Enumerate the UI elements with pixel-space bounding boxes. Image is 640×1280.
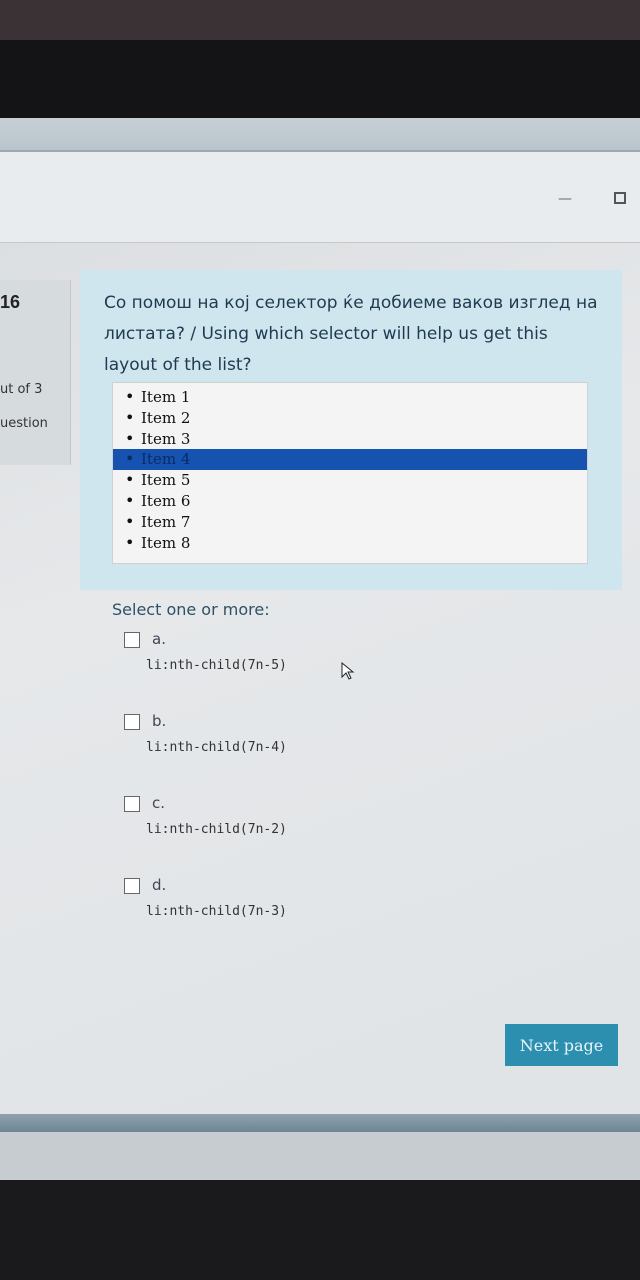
maximize-icon[interactable] xyxy=(614,192,626,204)
option-code: li:nth-child(7n-4) xyxy=(146,740,287,755)
screen-bottom xyxy=(0,1132,640,1180)
minimize-icon[interactable]: — xyxy=(556,192,574,206)
demo-list-item: Item 2 xyxy=(113,408,587,429)
checkbox-a[interactable] xyxy=(124,632,140,648)
demo-list-item: Item 6 xyxy=(113,491,587,512)
demo-list-item: Item 3 xyxy=(113,429,587,450)
question-number: 16 xyxy=(0,292,21,312)
checkbox-d[interactable] xyxy=(124,878,140,894)
option-code: li:nth-child(7n-2) xyxy=(146,822,287,837)
option-letter: c. xyxy=(152,794,166,812)
demo-list-item: Item 1 xyxy=(113,387,587,408)
demo-list-item: Item 5 xyxy=(113,470,587,491)
screen: — 16 ut of 3 uestion Со помош на кој сел… xyxy=(0,118,640,1180)
option-letter: d. xyxy=(152,876,167,894)
option-letter: b. xyxy=(152,712,167,730)
mouse-cursor-icon xyxy=(341,662,355,680)
flag-question-link[interactable]: uestion xyxy=(0,416,48,431)
option-code: li:nth-child(7n-5) xyxy=(146,658,287,673)
monitor-bezel-top xyxy=(0,0,640,40)
monitor-bezel xyxy=(0,40,640,120)
checkbox-b[interactable] xyxy=(124,714,140,730)
select-prompt: Select one or more: xyxy=(112,600,270,619)
browser-top-bar xyxy=(0,118,640,152)
demo-list-item: Item 8 xyxy=(113,533,587,554)
question-text: Со помош на кој селектор ќе добиеме вако… xyxy=(104,293,598,375)
checkbox-c[interactable] xyxy=(124,796,140,812)
page-header: — xyxy=(0,152,640,243)
option-code: li:nth-child(7n-3) xyxy=(146,904,287,919)
demo-list-item: Item 7 xyxy=(113,512,587,533)
next-page-button[interactable]: Next page xyxy=(505,1024,618,1066)
demo-list-item-highlighted: Item 4 xyxy=(113,449,587,471)
taskbar xyxy=(0,1114,640,1132)
question-points: ut of 3 xyxy=(0,382,43,397)
demo-list: Item 1 Item 2 Item 3 Item 4 Item 5 Item … xyxy=(112,382,588,564)
option-letter: a. xyxy=(152,630,166,648)
